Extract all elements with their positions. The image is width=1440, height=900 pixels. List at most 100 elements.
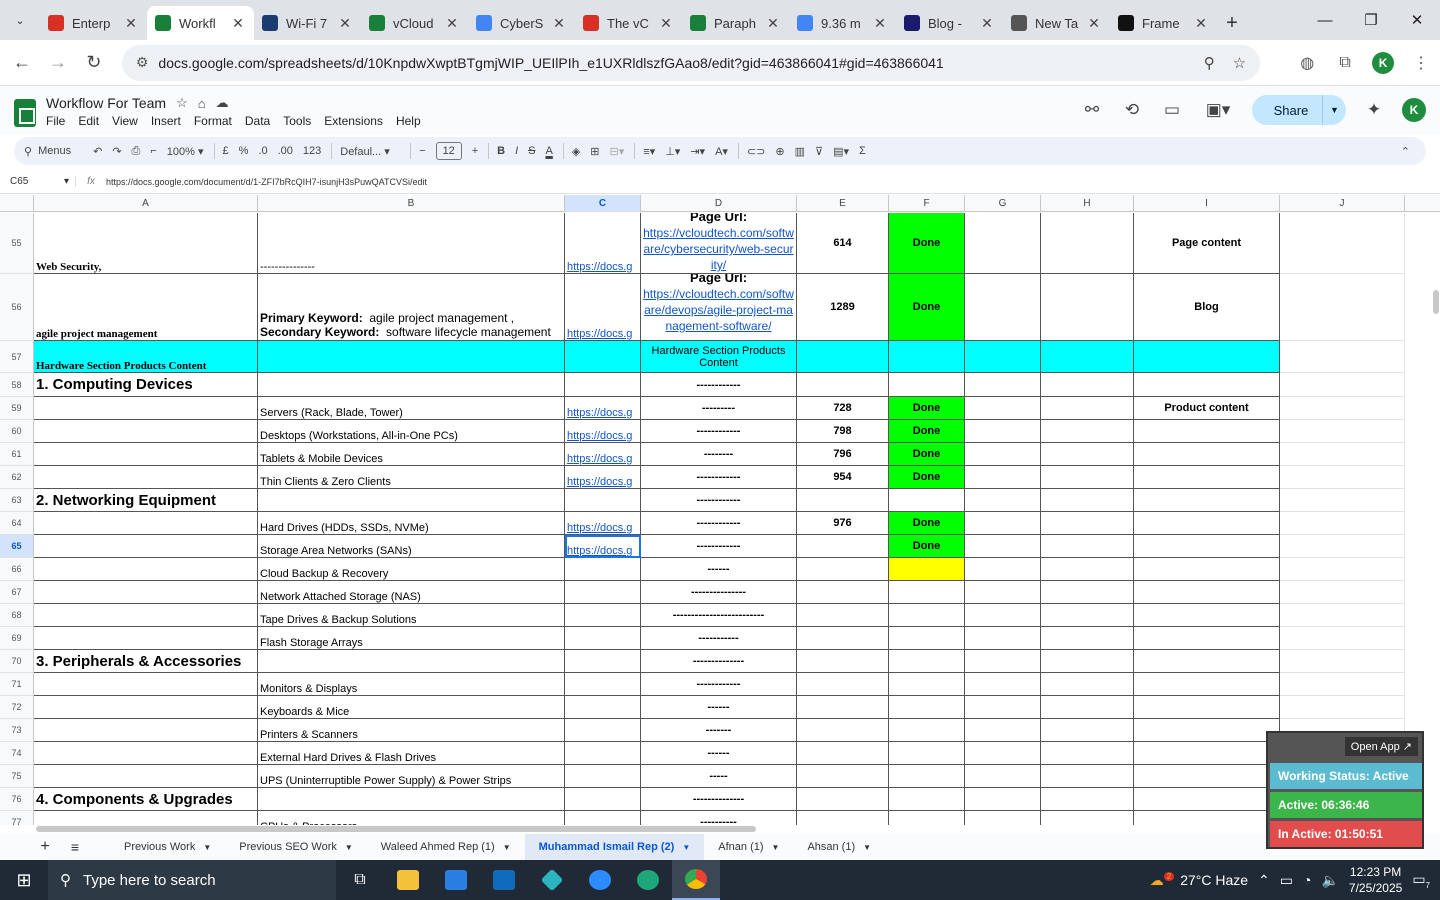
cell-g[interactable]: [965, 274, 1041, 341]
cell-i[interactable]: [1134, 341, 1280, 373]
sheet-tab[interactable]: Ahsan (1) ▼: [793, 834, 885, 860]
cell-e[interactable]: [797, 719, 889, 742]
close-tab-icon[interactable]: ✕: [1086, 15, 1102, 32]
cell-h[interactable]: [1041, 788, 1134, 811]
column-header-i[interactable]: I: [1134, 195, 1280, 212]
row-header[interactable]: 61: [0, 443, 34, 466]
cell-f[interactable]: [889, 558, 965, 581]
cell-i[interactable]: [1134, 811, 1280, 825]
cell-f[interactable]: [889, 765, 965, 788]
cell-f[interactable]: [889, 696, 965, 719]
cell-b[interactable]: [258, 489, 565, 512]
cell-b[interactable]: [258, 373, 565, 397]
cell-a[interactable]: [34, 696, 258, 719]
currency-format-button[interactable]: £: [223, 145, 229, 157]
browser-tab[interactable]: Enterp ✕: [40, 6, 147, 40]
cell-d[interactable]: ----------: [641, 811, 797, 825]
text-color-icon[interactable]: A: [545, 145, 552, 157]
cell-j[interactable]: [1280, 341, 1405, 373]
filter-icon[interactable]: ⊽: [815, 145, 823, 158]
cell-h[interactable]: [1041, 604, 1134, 627]
cell-c[interactable]: [565, 650, 641, 673]
column-header-a[interactable]: A: [34, 195, 258, 212]
cell-h[interactable]: [1041, 696, 1134, 719]
volume-icon[interactable]: 🔈: [1321, 872, 1338, 889]
cell-i[interactable]: [1134, 512, 1280, 535]
font-size-input[interactable]: 12: [435, 142, 462, 160]
cell-j[interactable]: [1280, 443, 1405, 466]
row-header[interactable]: 59: [0, 397, 34, 420]
cell-j[interactable]: [1280, 489, 1405, 512]
sheet-tab[interactable]: Previous Work ▼: [110, 834, 225, 860]
task-view-icon[interactable]: ⧉: [336, 860, 384, 900]
print-icon[interactable]: ⎙: [132, 145, 141, 158]
cell-f[interactable]: [889, 373, 965, 397]
forward-icon[interactable]: →: [40, 45, 76, 81]
paint-format-icon[interactable]: ⌐: [150, 145, 156, 157]
cell-a[interactable]: [34, 742, 258, 765]
cell-j[interactable]: [1280, 373, 1405, 397]
comments-icon[interactable]: ▭: [1160, 100, 1184, 120]
cell-h[interactable]: [1041, 627, 1134, 650]
cell-h[interactable]: [1041, 341, 1134, 373]
row-header[interactable]: 71: [0, 673, 34, 696]
notifications-icon[interactable]: ▭7: [1412, 871, 1430, 890]
cell-c[interactable]: [565, 604, 641, 627]
cell-a[interactable]: [34, 558, 258, 581]
cell-d[interactable]: ------------: [641, 466, 797, 489]
merge-cells-icon[interactable]: ⊟▾: [610, 145, 625, 158]
cell-d[interactable]: Page Url: https://vcloudtech.com/software…: [641, 213, 797, 274]
cell-b[interactable]: Network Attached Storage (NAS): [258, 581, 565, 604]
network-icon[interactable]: ▭: [1280, 872, 1293, 889]
cell-f[interactable]: [889, 742, 965, 765]
cell-e[interactable]: [797, 673, 889, 696]
close-tab-icon[interactable]: ✕: [230, 15, 246, 32]
cell-g[interactable]: [965, 719, 1041, 742]
redo-icon[interactable]: ↷: [112, 145, 121, 158]
cell-e[interactable]: [797, 811, 889, 825]
cell-e[interactable]: [797, 341, 889, 373]
row-header[interactable]: 68: [0, 604, 34, 627]
cell-a[interactable]: [34, 581, 258, 604]
cell-e[interactable]: 614: [797, 213, 889, 274]
close-tab-icon[interactable]: ✕: [872, 15, 888, 32]
cell-g[interactable]: [965, 213, 1041, 274]
cell-h[interactable]: [1041, 420, 1134, 443]
share-button[interactable]: Share ▼: [1252, 95, 1346, 125]
browser-tab[interactable]: Workfl ✕: [147, 6, 254, 40]
collapse-toolbar-icon[interactable]: ⌃: [1401, 145, 1410, 158]
cell-i[interactable]: [1134, 443, 1280, 466]
formula-input[interactable]: https://docs.google.com/document/d/1-ZFI…: [106, 177, 427, 187]
cell-e[interactable]: [797, 535, 889, 558]
share-dropdown-icon[interactable]: ▼: [1322, 95, 1346, 125]
minimize-icon[interactable]: —: [1302, 0, 1348, 40]
column-header-e[interactable]: E: [797, 195, 889, 212]
cell-c[interactable]: https://docs.g: [565, 512, 641, 535]
cell-b[interactable]: UPS (Uninterruptible Power Supply) & Pow…: [258, 765, 565, 788]
cell-e[interactable]: [797, 742, 889, 765]
cell-a[interactable]: agile project management: [34, 274, 258, 341]
row-header[interactable]: 58: [0, 373, 34, 397]
font-select[interactable]: Defaul... ▾: [340, 145, 400, 158]
cell-c[interactable]: [565, 373, 641, 397]
globe-extension-icon[interactable]: ◍: [1288, 45, 1326, 81]
menu-view[interactable]: View: [112, 114, 138, 128]
cell-d[interactable]: -------: [641, 719, 797, 742]
column-header-b[interactable]: B: [258, 195, 565, 212]
cell-b[interactable]: ---------------: [258, 213, 565, 274]
cell-g[interactable]: [965, 650, 1041, 673]
cell-c[interactable]: https://docs.g: [565, 274, 641, 341]
column-header-j[interactable]: J: [1280, 195, 1405, 212]
cell-e[interactable]: [797, 696, 889, 719]
chevron-down-icon[interactable]: ▼: [772, 843, 780, 852]
cell-g[interactable]: [965, 604, 1041, 627]
cell-g[interactable]: [965, 581, 1041, 604]
cell-f[interactable]: [889, 489, 965, 512]
vertical-align-icon[interactable]: ⊥▾: [665, 145, 680, 158]
cell-d[interactable]: --------------: [641, 788, 797, 811]
url-text[interactable]: docs.google.com/spreadsheets/d/10KnpdwXw…: [158, 55, 1185, 71]
cell-h[interactable]: [1041, 274, 1134, 341]
cell-a[interactable]: [34, 627, 258, 650]
sheet-tab[interactable]: Previous SEO Work ▼: [225, 834, 367, 860]
cell-a[interactable]: [34, 719, 258, 742]
